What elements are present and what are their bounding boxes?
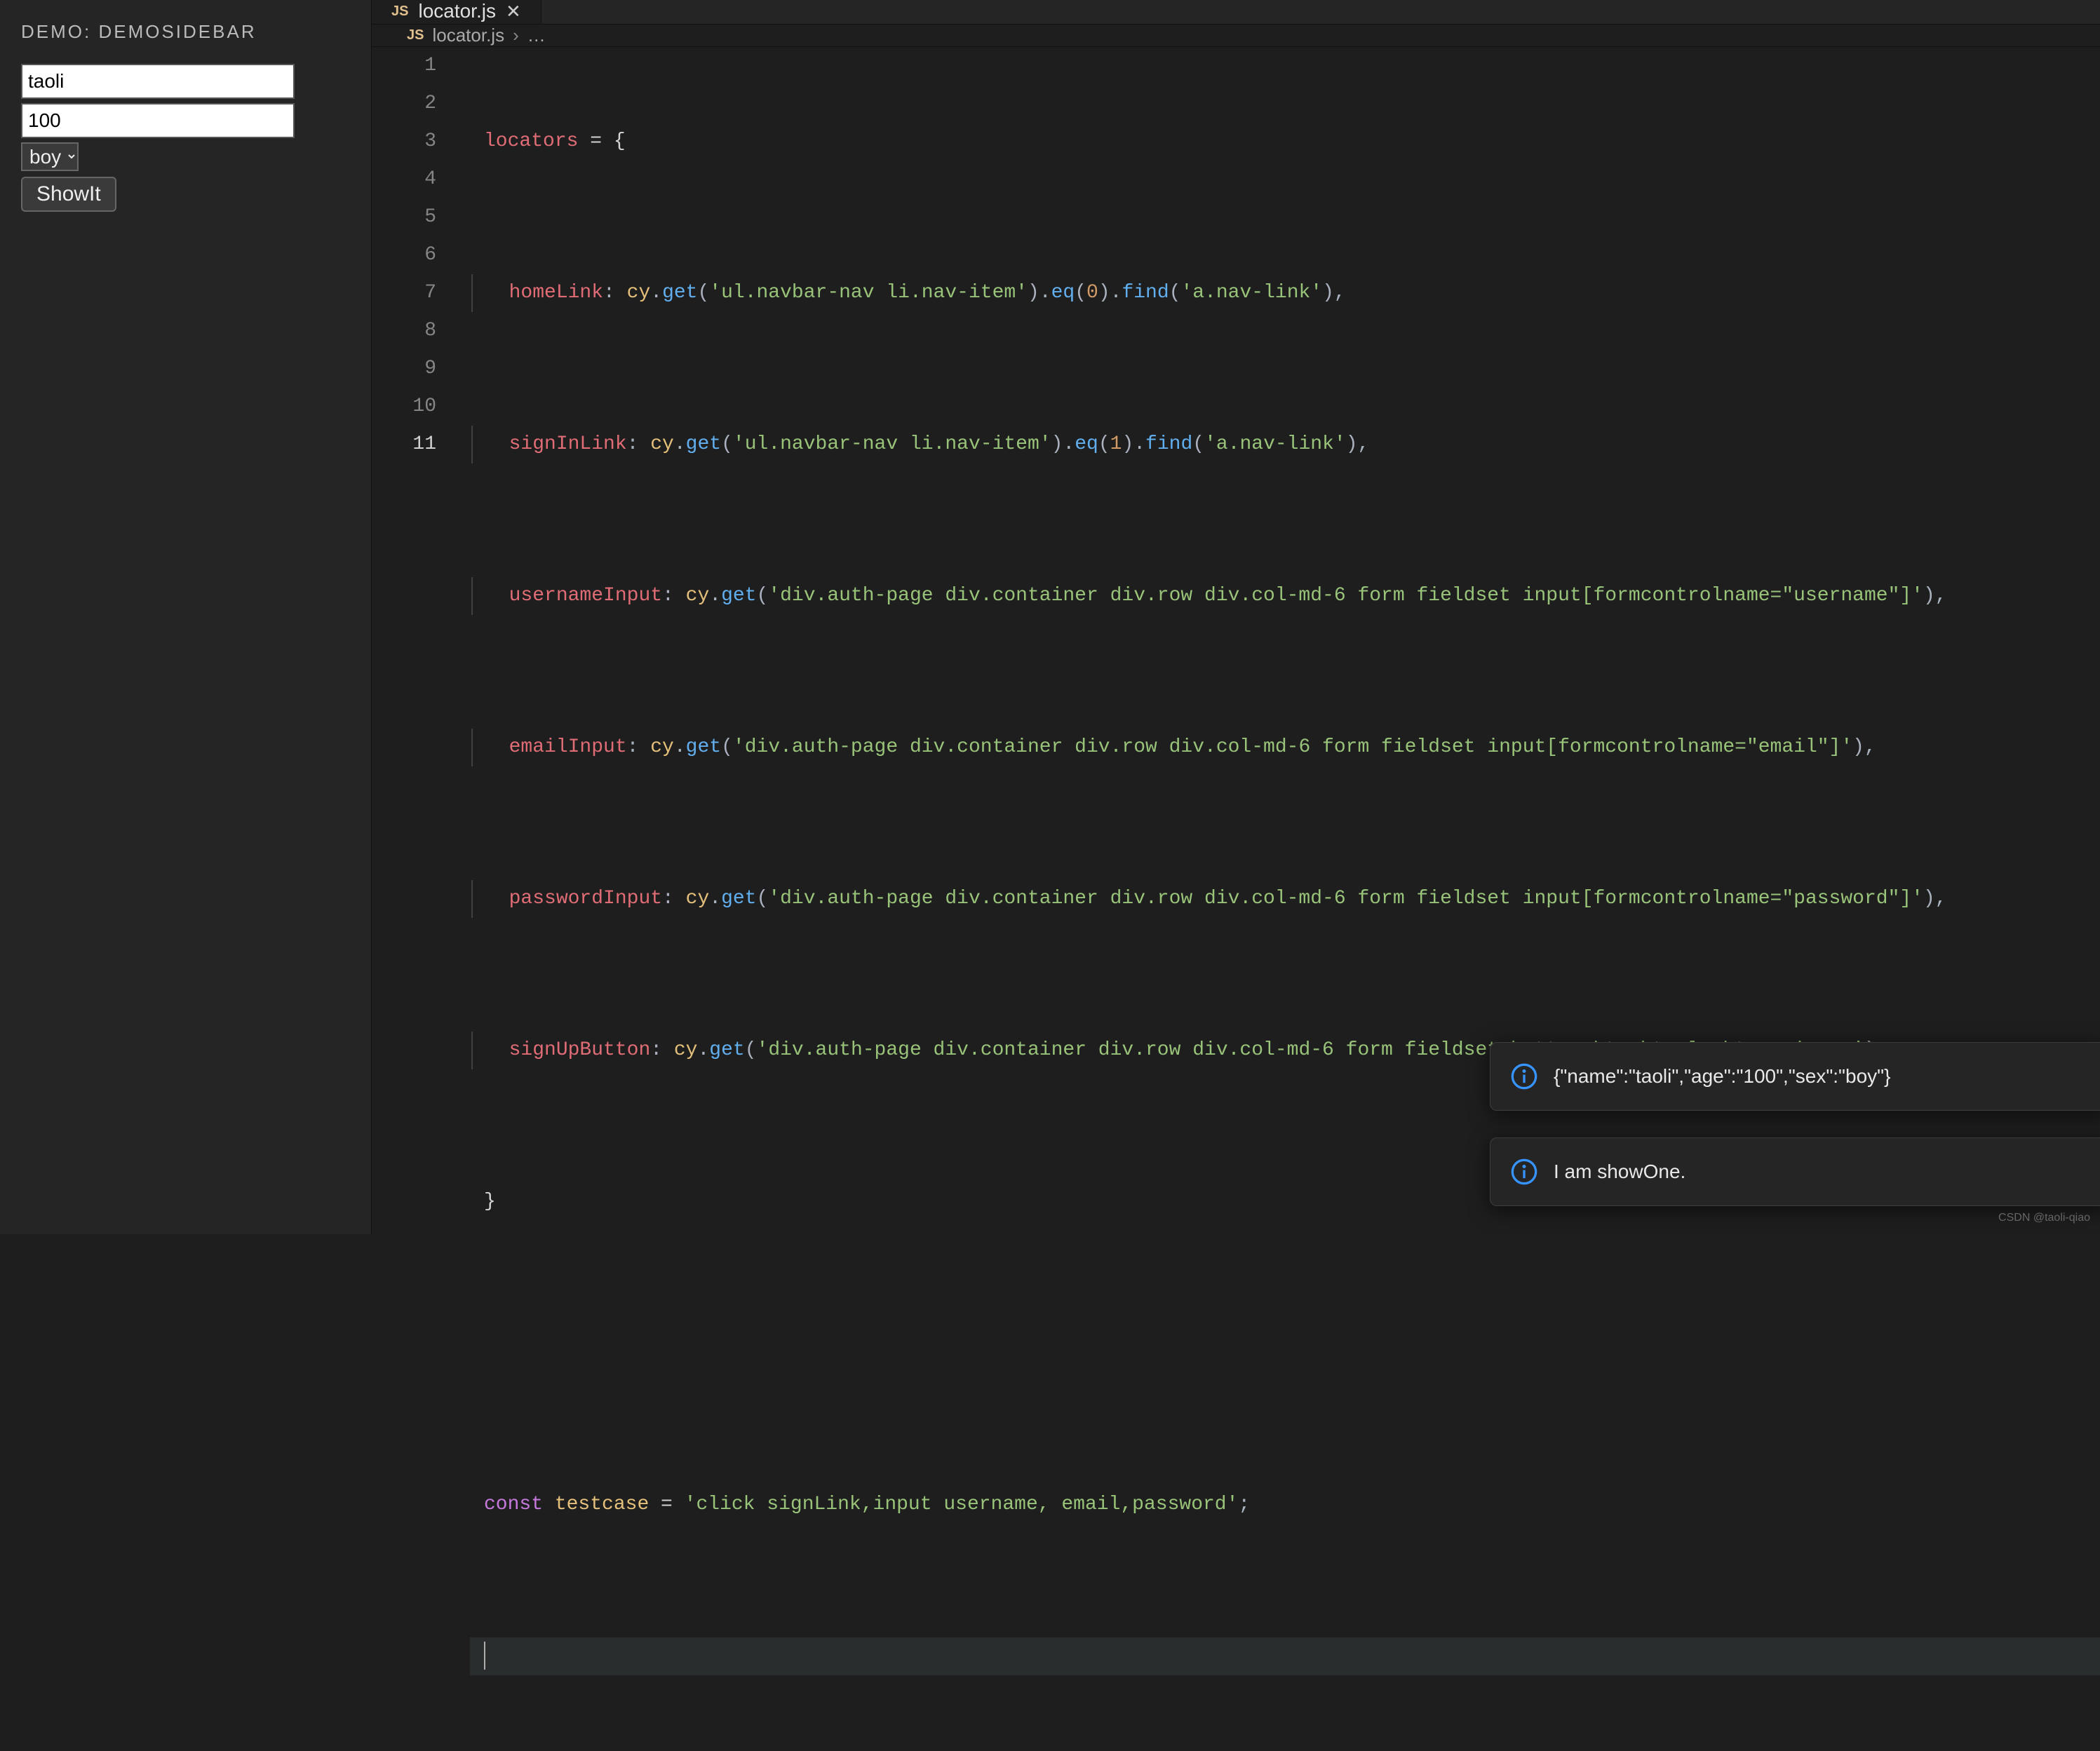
line-number: 6	[372, 236, 436, 274]
line-number: 3	[372, 123, 436, 161]
showit-button[interactable]: ShowIt	[21, 177, 116, 212]
line-number: 5	[372, 198, 436, 236]
chevron-right-icon: ›	[513, 25, 519, 46]
age-input[interactable]	[21, 103, 295, 138]
code-line[interactable]: locators = {	[470, 123, 2100, 161]
close-icon[interactable]: ✕	[506, 1, 521, 22]
text-cursor	[484, 1642, 485, 1670]
code-line[interactable]: homeLink: cy.get('ul.navbar-nav li.nav-i…	[471, 274, 2100, 312]
line-number: 2	[372, 85, 436, 123]
toast-text: {"name":"taoli","age":"100","sex":"boy"}	[1554, 1065, 1890, 1088]
js-file-icon: JS	[407, 27, 424, 43]
line-number: 10	[372, 388, 436, 426]
code-line-active[interactable]	[470, 1637, 2100, 1675]
line-number: 4	[372, 161, 436, 198]
line-number: 11	[372, 426, 436, 464]
code-line[interactable]: const testcase = 'click signLink,input u…	[470, 1486, 2100, 1524]
line-number: 7	[372, 274, 436, 312]
sidebar-title: DEMO: DEMOSIDEBAR	[21, 21, 350, 43]
breadcrumb: JS locator.js › …	[372, 25, 2100, 47]
code-line[interactable]: emailInput: cy.get('div.auth-page div.co…	[471, 729, 2100, 766]
sex-select[interactable]: boy	[21, 142, 79, 171]
js-file-icon: JS	[391, 4, 408, 20]
line-number: 8	[372, 312, 436, 350]
watermark: CSDN @taoli-qiao	[1998, 1212, 2090, 1224]
code-line[interactable]: signInLink: cy.get('ul.navbar-nav li.nav…	[471, 426, 2100, 464]
tab-bar: JS locator.js ✕	[372, 0, 2100, 25]
breadcrumb-file[interactable]: locator.js	[432, 25, 504, 46]
code-body[interactable]: locators = { homeLink: cy.get('ul.navbar…	[470, 47, 2100, 1751]
info-icon	[1510, 1062, 1538, 1090]
tab-locator-js[interactable]: JS locator.js ✕	[372, 0, 541, 24]
toast-notification[interactable]: {"name":"taoli","age":"100","sex":"boy"}	[1490, 1042, 2100, 1111]
toast-notification[interactable]: I am showOne.	[1490, 1137, 2100, 1206]
code-line[interactable]: usernameInput: cy.get('div.auth-page div…	[471, 577, 2100, 615]
line-number-gutter: 1 2 3 4 5 6 7 8 9 10 11	[372, 47, 470, 1751]
tab-filename: locator.js	[418, 0, 496, 22]
info-icon	[1510, 1158, 1538, 1186]
line-number: 1	[372, 47, 436, 85]
line-number: 9	[372, 350, 436, 388]
breadcrumb-ellipsis[interactable]: …	[527, 25, 546, 46]
code-line[interactable]	[470, 1334, 2100, 1372]
toast-text: I am showOne.	[1554, 1161, 1685, 1183]
name-input[interactable]	[21, 64, 295, 99]
sidebar: DEMO: DEMOSIDEBAR boy ShowIt	[0, 0, 372, 1234]
code-line[interactable]: passwordInput: cy.get('div.auth-page div…	[471, 880, 2100, 918]
toast-stack: {"name":"taoli","age":"100","sex":"boy"}…	[1490, 1042, 2100, 1206]
code-editor[interactable]: 1 2 3 4 5 6 7 8 9 10 11 locators = { hom…	[372, 47, 2100, 1751]
